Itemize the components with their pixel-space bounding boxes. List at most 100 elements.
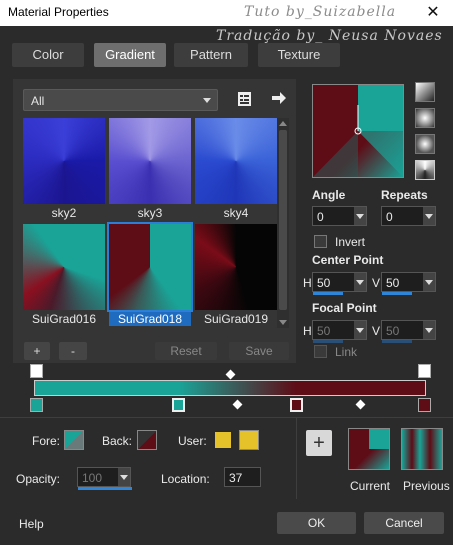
focal-v-value: 50	[386, 324, 400, 338]
tab-texture[interactable]: Texture	[258, 43, 340, 67]
gradient-item-suigrad018[interactable]: SuiGrad018	[107, 222, 193, 326]
gradient-grid: sky2 sky3 sky4 SuiGrad016 SuiGrad018 Sui…	[23, 118, 277, 328]
center-h-dropdown[interactable]	[354, 273, 366, 291]
invert-checkbox[interactable]	[314, 235, 327, 248]
user-label: User:	[178, 434, 207, 448]
dialog-footer: Help OK Cancel	[0, 505, 453, 545]
ok-button[interactable]: OK	[277, 512, 356, 534]
gradient-item-sky3[interactable]: sky3	[109, 118, 191, 220]
user-color-swatch[interactable]	[239, 430, 259, 450]
focal-h-value: 50	[317, 324, 331, 338]
repeats-dropdown[interactable]	[423, 207, 435, 225]
gradient-thumbnail	[195, 118, 277, 204]
library-scrollbar[interactable]	[277, 118, 289, 328]
color-stop-teal[interactable]	[172, 398, 185, 412]
location-label: Location:	[161, 472, 210, 486]
focal-h-dropdown[interactable]	[354, 321, 366, 339]
opacity-spinner[interactable]: 100	[77, 467, 132, 490]
repeats-spinner[interactable]: 0	[381, 206, 436, 226]
gradient-item-sky2[interactable]: sky2	[23, 118, 105, 220]
color-stop-maroon[interactable]	[290, 398, 303, 412]
category-select[interactable]: All	[23, 89, 218, 111]
library-view-icon[interactable]	[236, 90, 254, 108]
scrollbar-thumb[interactable]	[279, 130, 287, 310]
gradient-item-label: sky4	[223, 206, 249, 220]
chevron-down-icon	[356, 328, 364, 333]
angle-value: 0	[317, 210, 324, 224]
chevron-down-icon	[425, 214, 433, 219]
focal-v-label: V	[372, 324, 381, 338]
watermark-line2: Tradução by_ Neusa Novaes	[216, 28, 443, 44]
color-stop-end[interactable]	[418, 398, 431, 412]
help-link[interactable]: Help	[19, 517, 44, 531]
close-button[interactable]: ✕	[413, 0, 453, 26]
opacity-dropdown[interactable]	[118, 468, 130, 486]
gradient-thumbnail	[109, 118, 191, 204]
angle-dropdown[interactable]	[354, 207, 366, 225]
center-v-dropdown[interactable]	[423, 273, 435, 291]
previous-gradient-swatch[interactable]	[401, 428, 443, 470]
tab-pattern[interactable]: Pattern	[174, 43, 248, 67]
linear-gradient-type-button[interactable]	[415, 82, 435, 102]
gradient-thumbnail	[23, 118, 105, 204]
gradient-item-sky4[interactable]: sky4	[195, 118, 277, 220]
focal-v-dropdown[interactable]	[423, 321, 435, 339]
gradient-preview-graphic	[313, 85, 403, 177]
save-button[interactable]: Save	[229, 342, 289, 360]
chevron-down-icon	[425, 328, 433, 333]
link-checkbox[interactable]	[314, 345, 327, 358]
user-color-radio[interactable]	[213, 430, 233, 450]
remove-gradient-button[interactable]: -	[59, 342, 87, 360]
focal-v-spinner[interactable]: 50	[381, 320, 436, 343]
fore-color-swatch[interactable]	[64, 430, 84, 450]
angle-spinner[interactable]: 0	[312, 206, 367, 226]
chevron-down-icon	[425, 280, 433, 285]
chevron-down-icon	[203, 98, 211, 103]
scroll-down-icon[interactable]	[279, 320, 287, 325]
location-value: 37	[229, 471, 243, 485]
add-to-library-button[interactable]: +	[306, 430, 332, 456]
top-opacity-stop-left[interactable]	[30, 364, 43, 378]
tab-color[interactable]: Color	[12, 43, 84, 67]
location-field[interactable]: 37	[224, 467, 261, 487]
link-label: Link	[335, 345, 358, 359]
repeats-label: Repeats	[381, 188, 428, 202]
radial-gradient-type-button[interactable]	[415, 160, 435, 180]
opacity-label: Opacity:	[16, 472, 61, 486]
center-point-label: Center Point	[312, 253, 384, 267]
gradient-item-label: sky3	[137, 206, 163, 220]
gradient-thumbnail	[23, 224, 105, 310]
back-color-swatch[interactable]	[137, 430, 157, 450]
gradient-item-suigrad019[interactable]: SuiGrad019	[195, 224, 277, 326]
focal-point-label: Focal Point	[312, 301, 377, 315]
focal-h-label: H	[303, 324, 312, 338]
center-h-bar	[313, 292, 343, 295]
focal-h-bar	[313, 340, 343, 343]
center-v-spinner[interactable]: 50	[381, 272, 436, 295]
rectangular-gradient-type-button[interactable]	[415, 108, 435, 128]
chevron-down-icon	[356, 214, 364, 219]
center-h-spinner[interactable]: 50	[312, 272, 367, 295]
add-gradient-button[interactable]: +	[24, 342, 50, 360]
chevron-down-icon	[120, 475, 128, 480]
tab-gradient[interactable]: Gradient	[94, 43, 166, 67]
fore-label: Fore:	[32, 434, 61, 448]
gradient-item-label: SuiGrad019	[203, 312, 269, 326]
reset-button[interactable]: Reset	[155, 342, 217, 360]
gradient-preview[interactable]	[312, 84, 404, 178]
gradient-item-suigrad016[interactable]: SuiGrad016	[23, 224, 105, 326]
sunburst-gradient-type-button[interactable]	[415, 134, 435, 154]
center-h-label: H	[303, 276, 312, 290]
center-v-label: V	[372, 276, 381, 290]
arrow-right-icon[interactable]	[270, 89, 288, 107]
top-opacity-stop-right[interactable]	[418, 364, 431, 378]
gradient-bar[interactable]	[34, 380, 426, 396]
focal-h-spinner[interactable]: 50	[312, 320, 367, 343]
color-stop-start[interactable]	[30, 398, 43, 412]
cancel-button[interactable]: Cancel	[364, 512, 444, 534]
opacity-midpoint-marker[interactable]	[225, 369, 236, 380]
scroll-up-icon[interactable]	[279, 121, 287, 126]
watermark-line1: Tuto by_Suizabella	[244, 4, 397, 20]
color-midpoint-marker-2[interactable]	[355, 399, 366, 410]
color-midpoint-marker-1[interactable]	[232, 399, 243, 410]
